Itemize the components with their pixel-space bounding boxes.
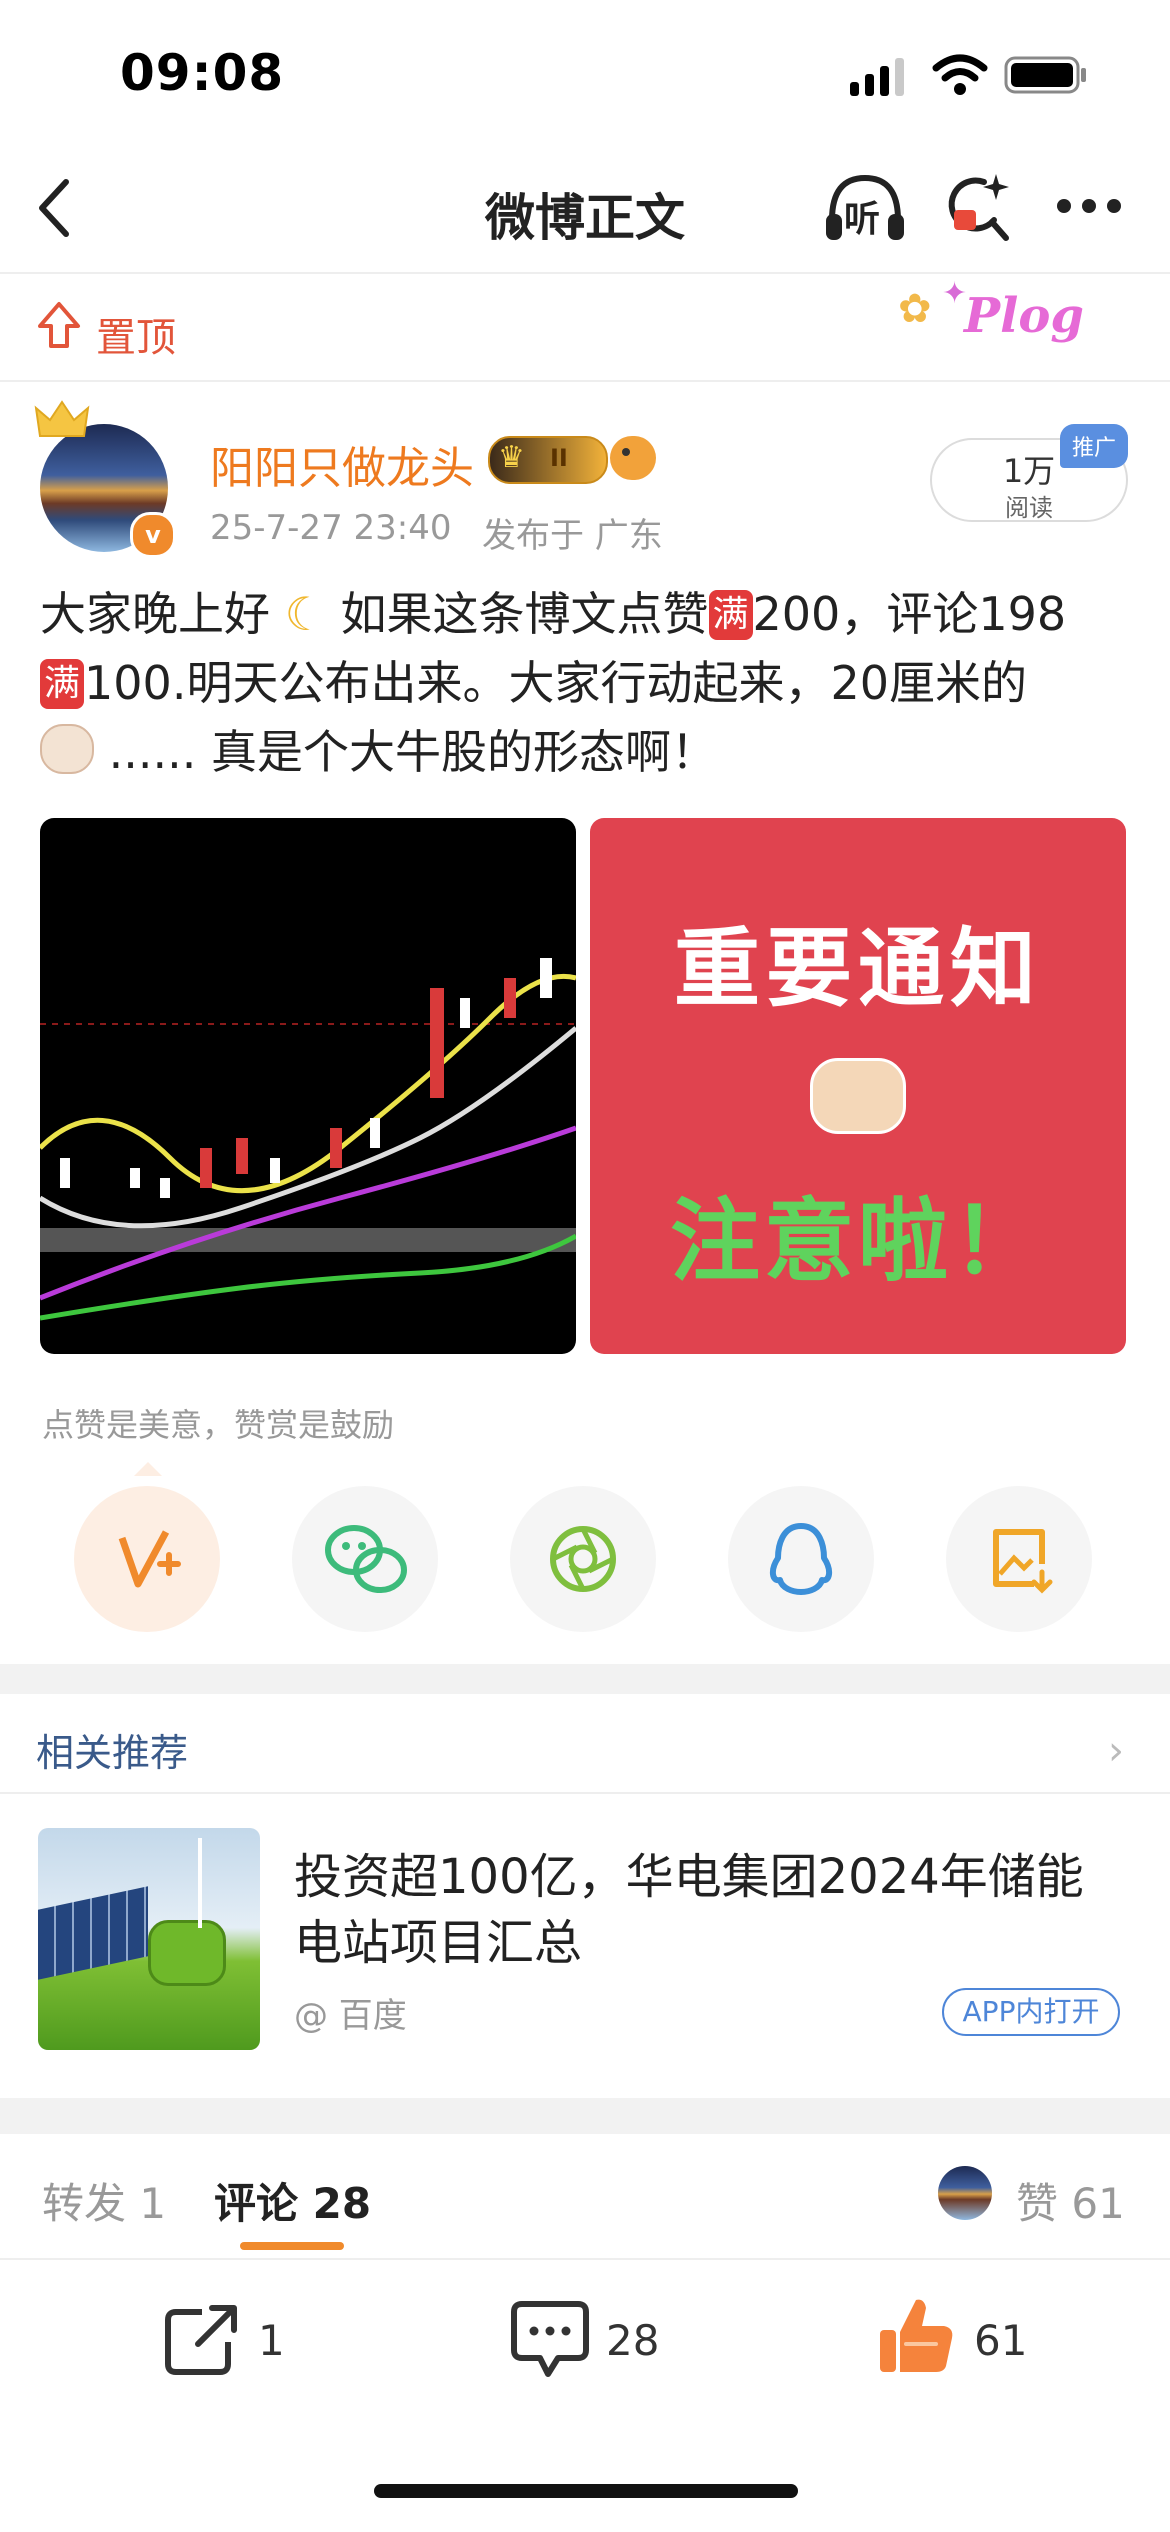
crown-icon (34, 400, 90, 437)
save-image-icon (993, 1529, 1053, 1594)
status-time: 09:08 (120, 44, 285, 102)
moon-emoji-icon: ☾ (284, 587, 326, 641)
author-name[interactable]: 阳阳只做龙头 (210, 432, 474, 496)
qq-icon (770, 1523, 832, 1595)
wechat-icon (325, 1525, 407, 1593)
read-label: 阅读 (1005, 494, 1053, 522)
related-headline[interactable]: 投资超100亿，华电集团2024年储能电站项目汇总 (294, 1844, 1114, 1976)
green-plug-graphic (148, 1920, 226, 1986)
vip-level-text: II (550, 444, 568, 472)
notice-subtitle: 注意啦！ (670, 1189, 1046, 1294)
listen-button[interactable]: 听 (822, 168, 908, 248)
repost-count: 1 (258, 2316, 285, 2365)
comment-icon[interactable] (510, 2298, 590, 2380)
post-location: 发布于 广东 (482, 516, 663, 556)
pufferfish-emoji-icon (610, 436, 656, 480)
tabs-divider (0, 2258, 1170, 2260)
section-separator (0, 1664, 1170, 1694)
tab-repost[interactable]: 转发 1 (42, 2170, 166, 2231)
battery-icon (1004, 56, 1086, 94)
more-options-icon[interactable] (1054, 196, 1124, 216)
post-image-stock-chart[interactable] (40, 818, 576, 1354)
verified-badge-icon: v (130, 512, 176, 558)
listen-label: 听 (844, 199, 881, 240)
chevron-right-icon[interactable]: › (1108, 1728, 1124, 1774)
post-timestamp: 25-7-27 23:40 (210, 508, 452, 548)
reward-button[interactable] (74, 1486, 220, 1632)
share-wechat-button[interactable] (292, 1486, 438, 1632)
share-moments-button[interactable] (510, 1486, 656, 1632)
cellular-signal-icon (850, 56, 910, 96)
promo-tag: 推广 (1060, 424, 1129, 468)
share-qq-button[interactable] (728, 1486, 874, 1632)
related-section-title: 相关推荐 (36, 1731, 189, 1775)
like-thumbs-up-icon[interactable] (876, 2294, 956, 2378)
cow-emoji-icon (40, 724, 94, 774)
wifi-icon (932, 54, 988, 95)
reward-v-plus-icon (118, 1530, 181, 1588)
comment-count: 28 (606, 2316, 660, 2365)
related-divider (0, 1792, 1170, 1794)
tab-comments[interactable]: 评论 28 (214, 2170, 371, 2231)
full-mark-emoji: 满 (708, 590, 753, 640)
section-separator (0, 2098, 1170, 2134)
repost-icon[interactable] (162, 2302, 242, 2378)
post-body: 大家晚上好 ☾ 如果这条博文点赞 满200，评论198 满100.明天公布出来。大… (40, 580, 1130, 787)
related-thumbnail[interactable] (38, 1828, 260, 2050)
vip-crown-icon: ♛ (498, 440, 525, 475)
open-in-app-button[interactable]: APP内打开 (942, 1988, 1120, 2036)
flower-decoration-icon: ✿ (898, 286, 932, 332)
liker-avatar[interactable] (938, 2166, 992, 2220)
related-source: @ 百度 (294, 1996, 407, 2036)
reward-caption: 点赞是美意，赞赏是鼓励 (42, 1406, 395, 1444)
vip-level-badge: ♛ II (488, 436, 608, 484)
post-text-cta: 100.明天公布出来。大家行动起来，20厘米的 (84, 656, 1027, 710)
post-text-comment-goal: 200，评论198 (752, 587, 1067, 641)
fist-emoji-icon (810, 1058, 906, 1134)
home-indicator (374, 2484, 798, 2498)
plog-text: Plog (964, 288, 1084, 344)
save-image-button[interactable] (946, 1486, 1092, 1632)
solar-panel-graphic (38, 1886, 148, 1980)
like-count: 61 (974, 2316, 1028, 2365)
ai-search-icon[interactable] (944, 170, 1014, 246)
post-text-like-goal: 如果这条博文点赞 (340, 587, 709, 641)
post-image-notice[interactable]: 重要通知 注意啦！ (590, 818, 1126, 1354)
notice-title: 重要通知 (674, 919, 1042, 1019)
wind-turbine-graphic (198, 1838, 202, 1928)
tab-active-indicator (240, 2242, 344, 2250)
post-text-ending: ...... 真是个大牛股的形态啊！ (108, 725, 717, 779)
candlestick-chart-graphic (40, 958, 576, 1321)
moments-icon (550, 1526, 616, 1592)
plog-sticker: ✿ ✦ Plog (898, 276, 1084, 360)
full-mark-emoji: 满 (40, 659, 85, 709)
caption-pointer-icon (134, 1462, 162, 1476)
tab-likes[interactable]: 赞 61 (1016, 2170, 1125, 2231)
pin-label: 置顶 (96, 315, 176, 361)
nav-divider (0, 272, 1170, 274)
pin-top-icon (38, 302, 80, 348)
post-text-greeting: 大家晚上好 (40, 587, 270, 641)
pin-divider (0, 380, 1170, 382)
